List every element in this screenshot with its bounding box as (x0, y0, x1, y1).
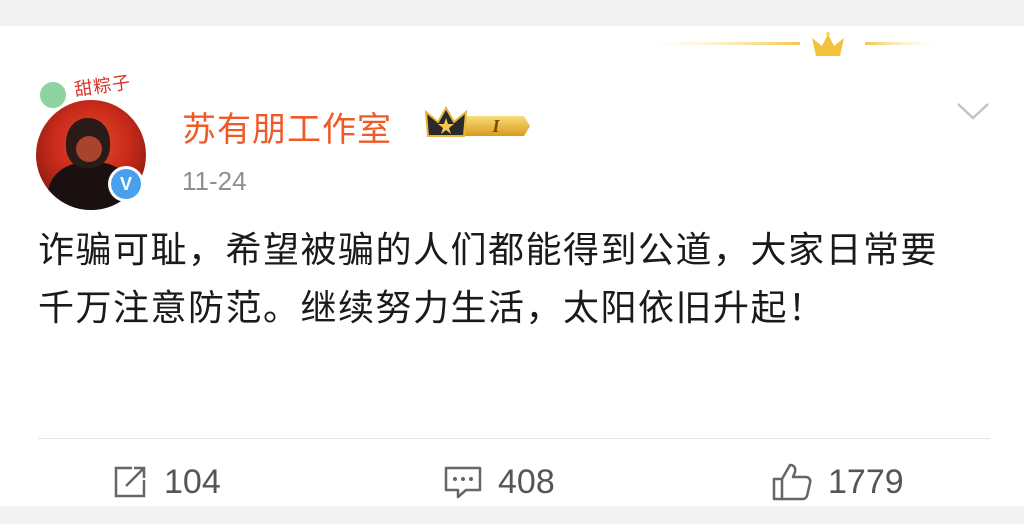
crown-decoration-icon (640, 32, 940, 56)
avatar-sticker (38, 80, 68, 110)
like-count: 1779 (828, 462, 904, 501)
divider (38, 438, 990, 439)
like-button[interactable]: 1779 (770, 458, 904, 506)
weibo-post-card: 甜粽子 V 苏有朋工作室 I 11-24 诈骗可耻，希望被骗的人们都能得到公道，… (0, 26, 1024, 506)
vip-crown-badge[interactable]: I (424, 104, 532, 144)
author-name[interactable]: 苏有朋工作室 (182, 102, 392, 151)
thumbs-up-icon (772, 463, 812, 501)
comment-icon (444, 466, 482, 499)
share-count: 104 (164, 462, 221, 501)
share-button[interactable]: 104 (110, 458, 221, 506)
avatar-scribble-text: 甜粽子 (73, 72, 133, 101)
vip-level: I (491, 116, 500, 136)
post-time: 11-24 (182, 166, 247, 196)
post-content: 诈骗可耻，希望被骗的人们都能得到公道，大家日常要千万注意防范。继续努力生活，太阳… (38, 230, 939, 329)
chevron-down-icon[interactable] (952, 96, 994, 126)
verified-badge-icon: V (108, 166, 144, 202)
comment-button[interactable]: 408 (442, 458, 555, 506)
share-icon (114, 466, 146, 498)
bottom-gap (0, 506, 1024, 524)
top-gap (0, 0, 1024, 26)
comment-count: 408 (498, 462, 555, 501)
